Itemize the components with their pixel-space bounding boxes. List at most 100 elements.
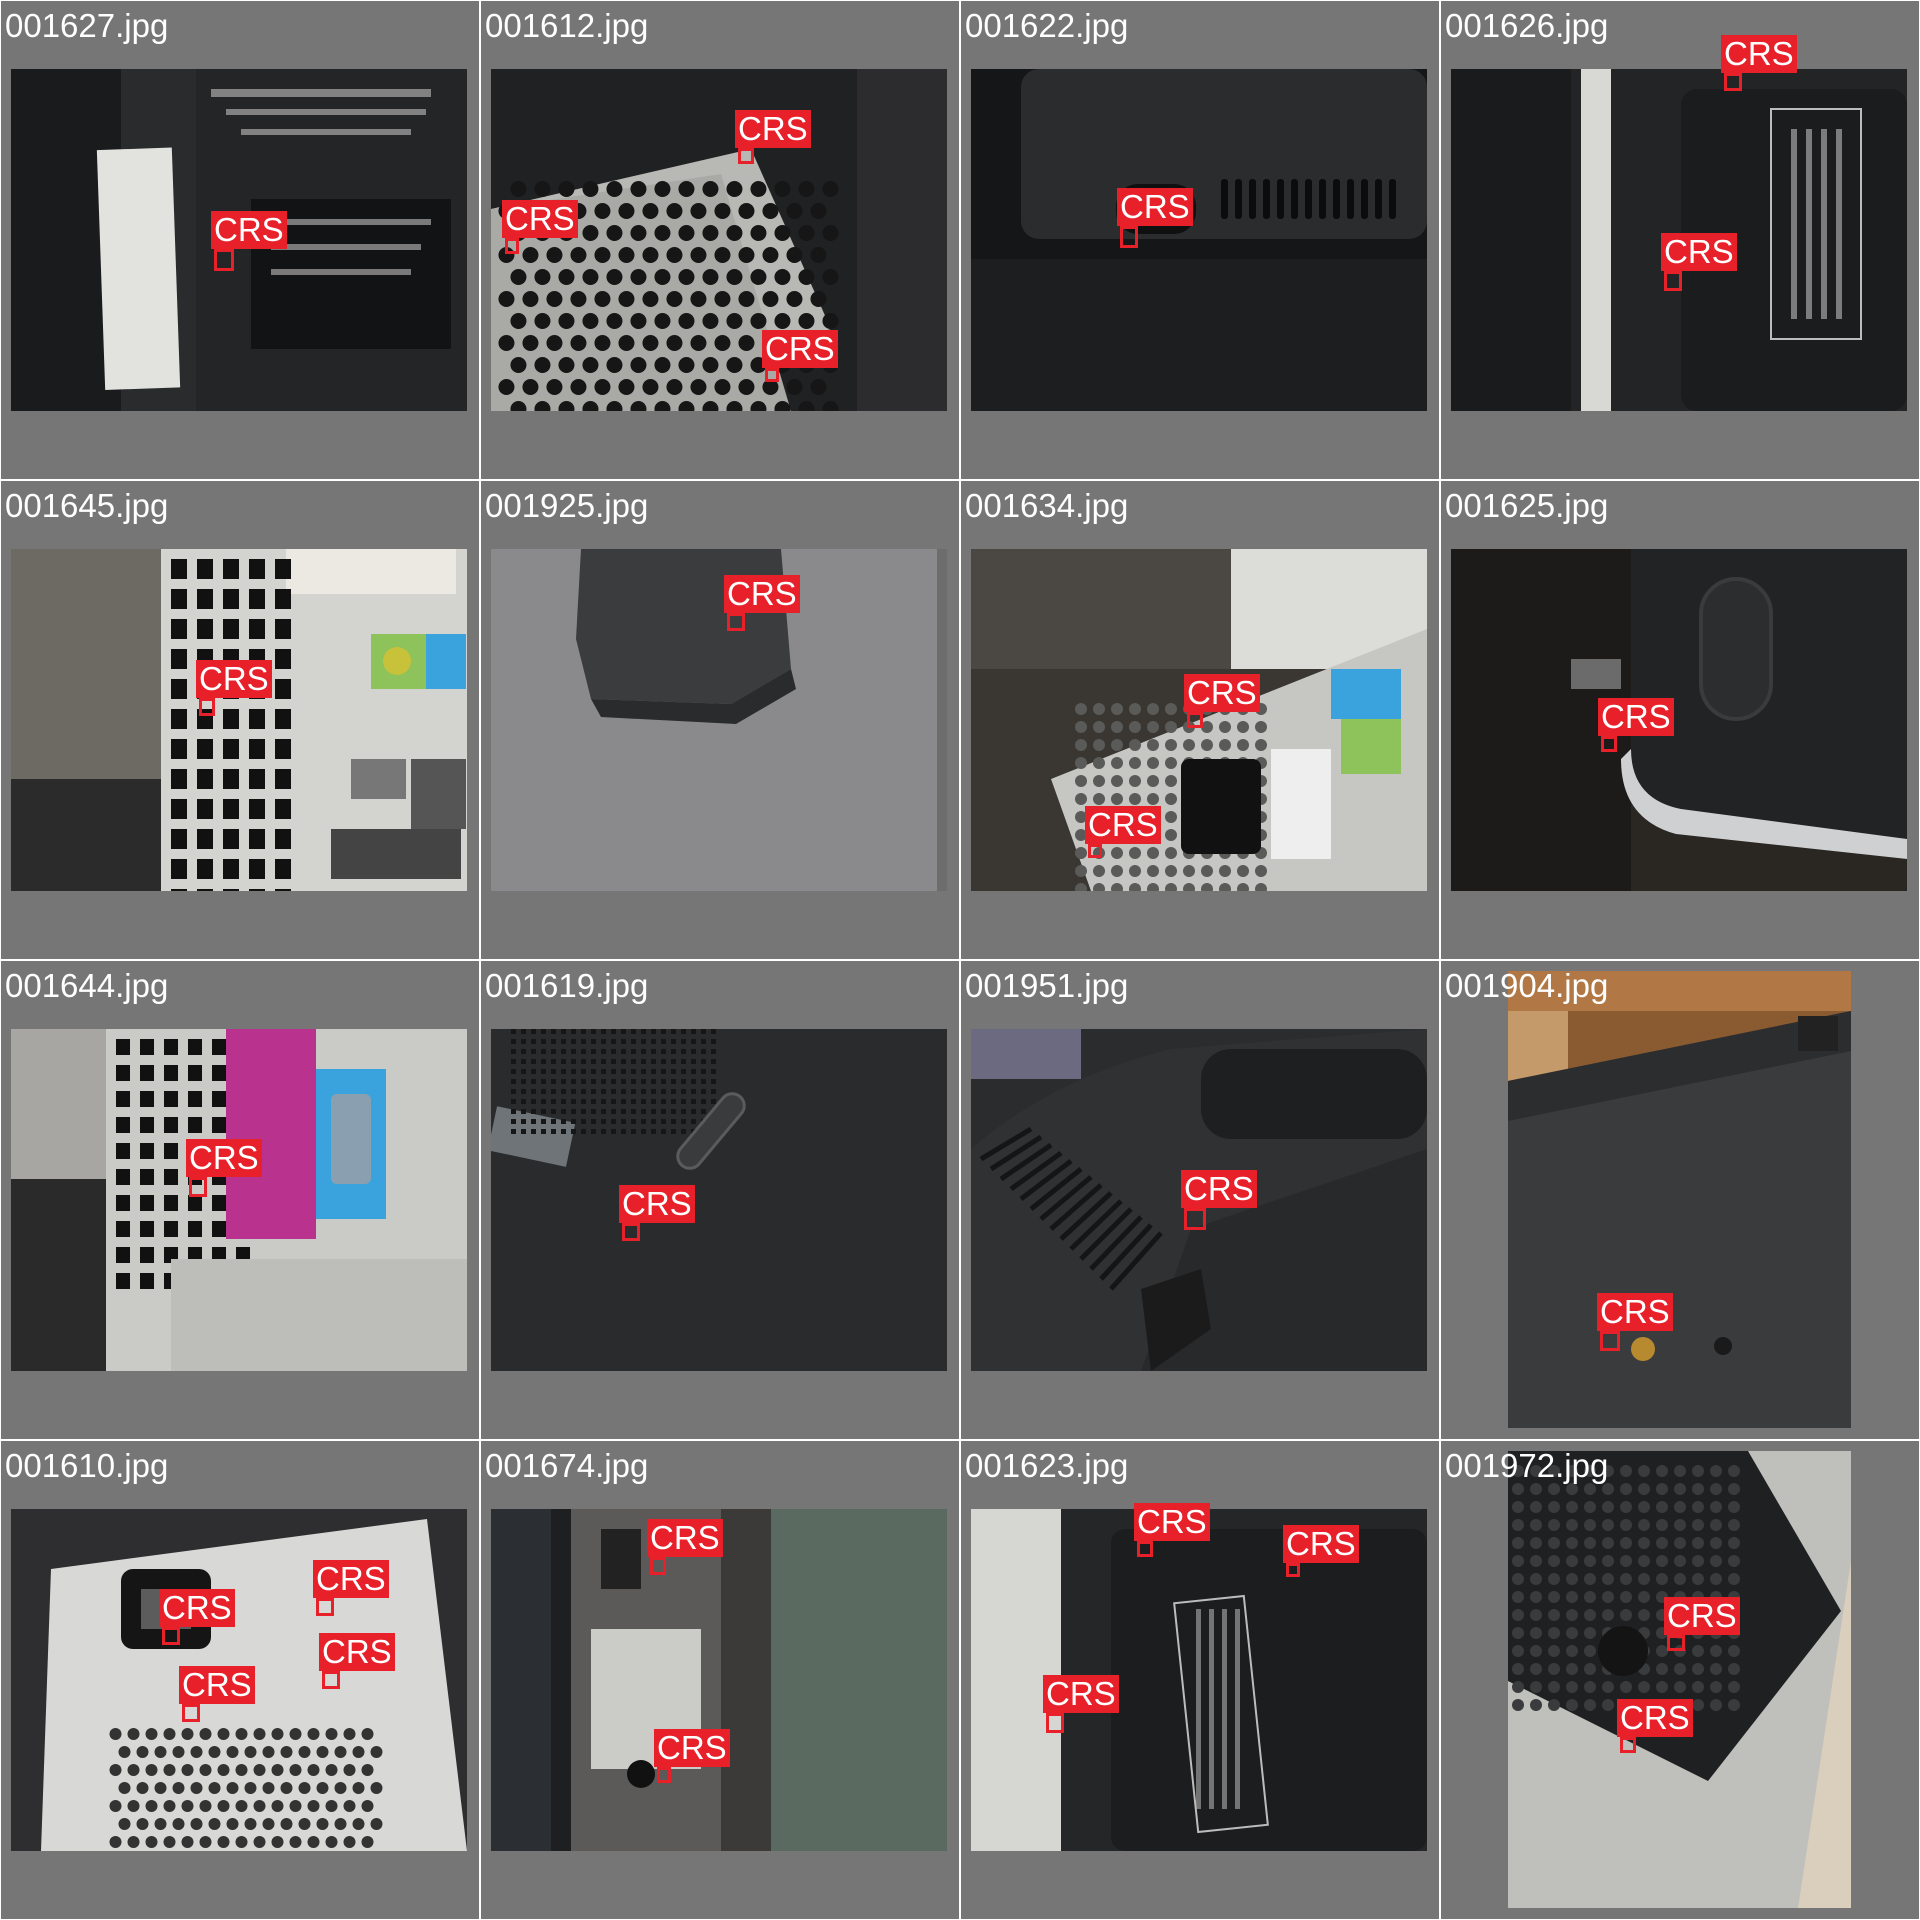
tile-photo — [491, 1509, 947, 1851]
detection-box: CRS — [319, 1633, 395, 1689]
detection-label: CRS — [159, 1589, 235, 1627]
detection-frame — [189, 1177, 207, 1197]
grid-tile: 001622.jpg CRS — [961, 1, 1439, 479]
detection-label: CRS — [1661, 233, 1737, 271]
photo-content — [11, 1029, 467, 1371]
photo-content — [1451, 549, 1907, 891]
detection-frame — [727, 613, 745, 631]
detection-label: CRS — [211, 211, 287, 249]
detection-box: CRS — [1043, 1675, 1119, 1733]
photo-content — [491, 549, 947, 891]
grid-tile: 001972.jpg CRS CRS — [1441, 1441, 1919, 1919]
detection-box: CRS — [735, 110, 811, 164]
tile-photo — [11, 549, 467, 891]
detection-label: CRS — [186, 1139, 262, 1177]
grid-tile: 001645.jpg CRS — [1, 481, 479, 959]
detection-frame — [622, 1223, 640, 1241]
detection-frame — [1137, 1541, 1153, 1557]
tile-photo — [1508, 1451, 1851, 1908]
tile-photo — [971, 69, 1427, 411]
detection-label: CRS — [1184, 674, 1260, 712]
detection-box: CRS — [1617, 1699, 1693, 1753]
detection-mosaic: 001627.jpg CRS 001612.jpg CRS CRS CRS 0016… — [0, 0, 1920, 1920]
detection-frame — [1600, 1331, 1620, 1351]
tile-filename: 001610.jpg — [5, 1447, 169, 1484]
detection-box: CRS — [159, 1589, 235, 1645]
detection-label: CRS — [1721, 35, 1797, 73]
tile-filename: 001674.jpg — [485, 1447, 649, 1484]
tile-filename: 001645.jpg — [5, 487, 169, 524]
tile-photo — [491, 549, 947, 891]
detection-box: CRS — [1085, 806, 1161, 858]
detection-label: CRS — [1181, 1170, 1257, 1208]
detection-box: CRS — [211, 211, 287, 271]
detection-label: CRS — [647, 1519, 723, 1557]
tile-filename: 001634.jpg — [965, 487, 1129, 524]
detection-label: CRS — [735, 110, 811, 148]
detection-box: CRS — [196, 660, 272, 716]
detection-frame — [657, 1767, 671, 1783]
tile-filename: 001972.jpg — [1445, 1447, 1609, 1484]
grid-tile: 001626.jpg CRS CRS — [1441, 1, 1919, 479]
detection-box: CRS — [1664, 1597, 1740, 1651]
tile-filename: 001619.jpg — [485, 967, 649, 1004]
grid-tile: 001623.jpg CRS CRS CRS — [961, 1441, 1439, 1919]
detection-frame — [505, 238, 519, 254]
tile-filename: 001623.jpg — [965, 1447, 1129, 1484]
detection-box: CRS — [1117, 188, 1193, 248]
tile-filename: 001644.jpg — [5, 967, 169, 1004]
detection-frame — [765, 368, 779, 382]
grid-tile: 001619.jpg CRS — [481, 961, 959, 1439]
detection-label: CRS — [1617, 1699, 1693, 1737]
photo-content — [1508, 971, 1851, 1428]
grid-tile: 001634.jpg CRS CRS — [961, 481, 1439, 959]
detection-label: CRS — [1664, 1597, 1740, 1635]
detection-box: CRS — [1721, 35, 1797, 91]
photo-content — [491, 1509, 947, 1851]
grid-tile: 001925.jpg CRS — [481, 481, 959, 959]
tile-filename: 001627.jpg — [5, 7, 169, 44]
detection-frame — [1120, 226, 1138, 248]
detection-frame — [1724, 73, 1742, 91]
detection-label: CRS — [654, 1729, 730, 1767]
detection-box: CRS — [1184, 674, 1260, 728]
tile-photo — [1508, 971, 1851, 1428]
photo-content — [971, 69, 1427, 411]
detection-label: CRS — [1597, 1293, 1673, 1331]
grid-tile: 001612.jpg CRS CRS CRS — [481, 1, 959, 479]
detection-label: CRS — [1117, 188, 1193, 226]
detection-frame — [214, 249, 234, 271]
detection-box: CRS — [1181, 1170, 1257, 1230]
photo-content — [11, 549, 467, 891]
tile-filename: 001904.jpg — [1445, 967, 1609, 1004]
tile-filename: 001925.jpg — [485, 487, 649, 524]
detection-box: CRS — [313, 1560, 389, 1616]
tile-filename: 001625.jpg — [1445, 487, 1609, 524]
detection-label: CRS — [1043, 1675, 1119, 1713]
detection-label: CRS — [762, 330, 838, 368]
detection-box: CRS — [1661, 233, 1737, 291]
tile-photo — [491, 1029, 947, 1371]
grid-tile: 001904.jpg CRS — [1441, 961, 1919, 1439]
detection-frame — [199, 698, 215, 716]
detection-frame — [1088, 844, 1102, 858]
tile-photo — [11, 1029, 467, 1371]
photo-content — [1508, 1451, 1851, 1908]
detection-frame — [182, 1704, 200, 1722]
detection-box: CRS — [179, 1666, 255, 1722]
tile-photo — [491, 69, 947, 411]
tile-filename: 001626.jpg — [1445, 7, 1609, 44]
detection-label: CRS — [196, 660, 272, 698]
detection-box: CRS — [619, 1185, 695, 1241]
detection-frame — [1286, 1563, 1300, 1577]
detection-frame — [316, 1598, 334, 1616]
detection-frame — [1184, 1208, 1206, 1230]
grid-tile: 001610.jpg CRS CRS CRS CRS — [1, 1441, 479, 1919]
detection-label: CRS — [1134, 1503, 1210, 1541]
detection-box: CRS — [1597, 1293, 1673, 1351]
detection-label: CRS — [1598, 698, 1674, 736]
detection-frame — [1187, 712, 1203, 728]
detection-box: CRS — [502, 200, 578, 254]
detection-label: CRS — [502, 200, 578, 238]
detection-box: CRS — [762, 330, 838, 382]
